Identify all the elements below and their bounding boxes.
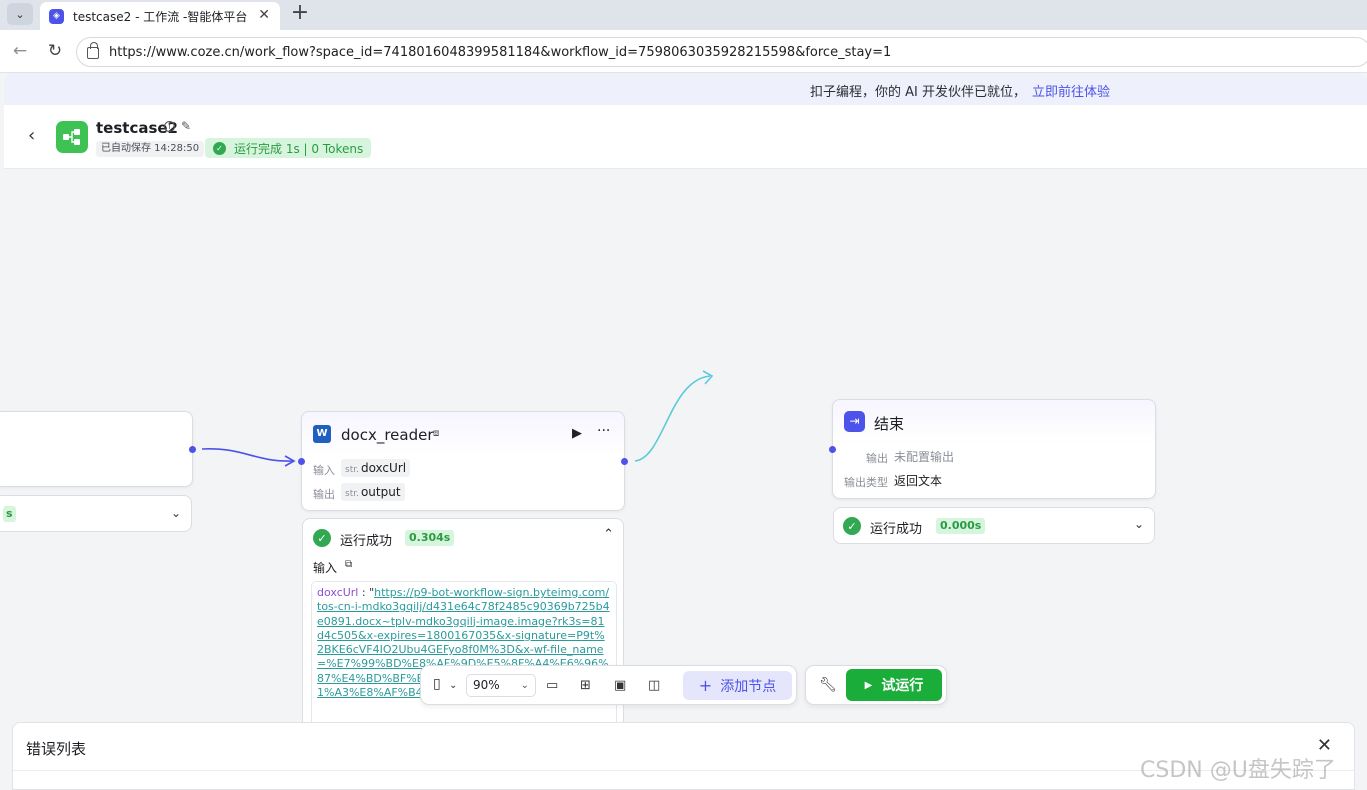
url-text: https://www.coze.cn/work_flow?space_id=7…: [109, 44, 892, 60]
chevron-up-icon[interactable]: ⌃: [603, 527, 614, 542]
output-value: 未配置输出: [894, 450, 955, 464]
workflow-header: ‹ testcase2 i ✎ 已自动保存 14:28:50 ✓ 运行完成 1s…: [4, 105, 1367, 169]
layout-grid-icon[interactable]: ⊞: [580, 678, 591, 693]
end-node-result[interactable]: ✓ 运行成功 0.000s ⌄: [833, 507, 1155, 544]
input-param-tag: str. doxcUrl: [341, 459, 411, 477]
browser-addressbar: ← ↻ https://www.coze.cn/work_flow?space_…: [0, 30, 1367, 73]
check-circle-icon: ✓: [313, 529, 331, 547]
plugin-icon: ⧈: [433, 428, 440, 439]
run-status-text: 运行完成 1s | 0 Tokens: [234, 141, 364, 156]
image-icon[interactable]: ▣: [614, 678, 626, 693]
more-icon[interactable]: ···: [597, 423, 610, 439]
result-status: 运行成功: [340, 534, 393, 549]
trial-run-button[interactable]: ▶ 试运行: [846, 669, 942, 701]
comment-icon[interactable]: ▭: [546, 678, 558, 693]
output-type-value: 返回文本: [894, 474, 943, 488]
mouse-mode-icon[interactable]: ▯: [433, 676, 441, 692]
node-title: 结束: [874, 415, 905, 433]
browser-tabbar: ⌄ ◈ testcase2 - 工作流 -智能体平台 ✕ +: [0, 0, 1367, 30]
docx-reader-node[interactable]: W docx_reader ⧈ ▶ ··· 输入 str. doxcUrl 输出 …: [298, 411, 628, 511]
tab-title: testcase2 - 工作流 -智能体平台: [73, 9, 248, 24]
back-chevron-icon[interactable]: ‹: [28, 125, 35, 146]
copy-icon[interactable]: ⧉: [345, 559, 352, 570]
banner-link[interactable]: 立即前往体验: [1032, 81, 1110, 100]
json-key: doxcUrl: [317, 586, 359, 599]
run-time-tag: 0.000s: [936, 518, 986, 534]
wrench-icon[interactable]: 🔧︎: [819, 677, 837, 693]
run-time-tag: 0.304s: [405, 530, 455, 546]
end-node[interactable]: ⇥ 结束 输出 未配置输出 输出类型 返回文本: [829, 399, 1156, 499]
info-icon[interactable]: i: [164, 121, 175, 132]
chevron-down-icon[interactable]: ⌄: [171, 506, 181, 520]
autosave-status: 已自动保存 14:28:50: [96, 141, 205, 157]
input-port[interactable]: [829, 446, 836, 453]
browser-tab[interactable]: ◈ testcase2 - 工作流 -智能体平台 ✕: [40, 2, 280, 30]
new-tab-button[interactable]: +: [289, 2, 311, 26]
coze-favicon-icon: ◈: [49, 8, 64, 24]
output-type-label: 输出类型: [844, 476, 888, 489]
run-toolbar: 🔧︎ ▶ 试运行: [805, 665, 947, 705]
input-type: str.: [345, 465, 359, 475]
chevron-down-icon: ⌄: [15, 7, 25, 21]
input-section-label: 输入: [313, 561, 338, 575]
minimap-icon[interactable]: ◫: [648, 678, 660, 693]
input-json-view: doxcUrl : "https://p9-bot-workflow-sign.…: [311, 581, 617, 731]
check-circle-icon: ✓: [843, 517, 861, 535]
chevron-down-icon: ⌄: [520, 680, 529, 691]
add-node-label: 添加节点: [720, 678, 777, 695]
edge-start-to-docx: [201, 448, 293, 462]
input-label: 输入: [313, 464, 335, 477]
output-port[interactable]: [621, 458, 628, 465]
output-type: str.: [345, 489, 359, 499]
input-name: doxcUrl: [360, 461, 407, 475]
workflow-icon: [56, 121, 88, 153]
chevron-down-icon[interactable]: ⌄: [1134, 517, 1144, 531]
watermark: CSDN @U盘失踪了: [1140, 758, 1336, 783]
error-panel-title: 错误列表: [26, 740, 87, 758]
output-label: 输出: [313, 488, 335, 501]
zoom-select[interactable]: 90% ⌄: [466, 674, 536, 697]
promo-banner: 扣子编程，你的 AI 开发伙伴已就位， 立即前往体验: [4, 73, 1367, 105]
output-param-tag: str. output: [341, 483, 405, 501]
start-node[interactable]: [0, 411, 196, 487]
canvas-toolbar: ▯ ⌄ 90% ⌄ ▭ ⊞ ▣ ◫ + 添加节点: [420, 665, 797, 705]
edge-docx-to-end: [634, 375, 711, 462]
start-node-result[interactable]: s ⌄: [0, 495, 192, 532]
output-label: 输出: [866, 452, 888, 465]
run-status-badge: ✓ 运行完成 1s | 0 Tokens: [205, 138, 372, 158]
zoom-value: 90%: [473, 678, 500, 692]
word-doc-icon: W: [313, 425, 331, 443]
url-field[interactable]: https://www.coze.cn/work_flow?space_id=7…: [76, 37, 1367, 67]
check-circle-icon: ✓: [213, 141, 226, 155]
add-node-button[interactable]: + 添加节点: [683, 671, 792, 700]
edit-icon[interactable]: ✎: [181, 119, 191, 133]
reload-icon[interactable]: ↻: [44, 40, 66, 62]
play-icon[interactable]: ▶: [572, 426, 582, 441]
trial-run-label: 试运行: [881, 678, 924, 694]
play-icon: ▶: [864, 679, 873, 691]
end-node-icon: ⇥: [844, 411, 865, 432]
lock-icon: [87, 42, 99, 59]
output-name: output: [360, 485, 401, 499]
result-status: 运行成功: [870, 522, 923, 537]
run-time-tag: s: [3, 506, 16, 522]
tab-close-icon[interactable]: ✕: [258, 7, 270, 23]
input-port[interactable]: [298, 458, 305, 465]
tab-list-button[interactable]: ⌄: [7, 3, 33, 25]
node-title: docx_reader: [341, 426, 434, 444]
output-port[interactable]: [189, 446, 196, 453]
banner-text: 扣子编程，你的 AI 开发伙伴已就位，: [810, 85, 1026, 100]
plus-icon: +: [698, 676, 713, 695]
chevron-down-icon[interactable]: ⌄: [449, 680, 457, 691]
back-arrow-icon[interactable]: ←: [9, 40, 31, 62]
